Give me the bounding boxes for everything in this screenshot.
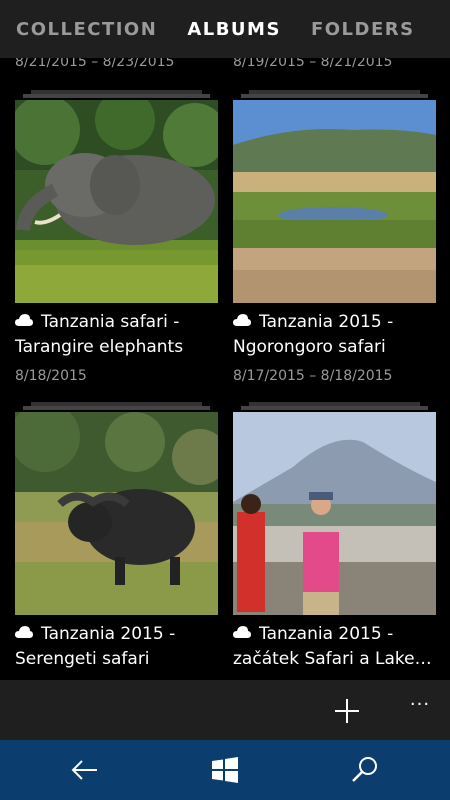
album-date: 8/21/2015 – 8/23/2015 bbox=[15, 58, 175, 70]
stack-edge bbox=[241, 94, 428, 98]
album-date: 8/19/2015 – 8/21/2015 bbox=[233, 58, 393, 70]
album-title: Tanzania 2015 - začátek Safari a Lake… bbox=[233, 622, 448, 672]
home-button[interactable] bbox=[210, 755, 240, 785]
tab-albums[interactable]: ALBUMS bbox=[187, 19, 281, 40]
tab-collection[interactable]: COLLECTION bbox=[16, 19, 157, 40]
stack-edge bbox=[23, 406, 210, 410]
album-date: 8/17/2015 – 8/18/2015 bbox=[233, 368, 393, 384]
pivot-tabs: COLLECTION ALBUMS FOLDERS bbox=[0, 0, 450, 58]
back-arrow-icon bbox=[71, 760, 97, 780]
album-thumbnail[interactable] bbox=[15, 412, 218, 615]
album-title-line2: Tarangire elephants bbox=[15, 337, 184, 357]
album-title-line1: Tanzania 2015 - bbox=[259, 624, 394, 644]
album-title-line1: Tanzania safari - bbox=[41, 312, 180, 332]
search-button[interactable] bbox=[350, 755, 380, 785]
album-date: 8/18/2015 bbox=[15, 368, 87, 384]
cloud-icon bbox=[15, 626, 33, 638]
album-title: Tanzania 2015 - Ngorongoro safari bbox=[233, 310, 448, 360]
add-button[interactable] bbox=[332, 696, 362, 726]
cloud-icon bbox=[233, 626, 251, 638]
album-thumbnail[interactable] bbox=[233, 412, 436, 615]
cloud-icon bbox=[233, 314, 251, 326]
album-title-line1: Tanzania 2015 - bbox=[41, 624, 176, 644]
more-button[interactable]: ··· bbox=[404, 694, 436, 722]
album-title: Tanzania 2015 - Serengeti safari bbox=[15, 622, 230, 672]
album-title-line2: Serengeti safari bbox=[15, 649, 150, 669]
ngorongoro-photo bbox=[233, 100, 436, 303]
album-thumbnail[interactable] bbox=[15, 100, 218, 303]
buffalo-photo bbox=[15, 412, 218, 615]
elephant-photo bbox=[15, 100, 218, 303]
windows-logo-icon bbox=[212, 757, 238, 783]
stack-edge bbox=[241, 406, 428, 410]
tab-folders[interactable]: FOLDERS bbox=[311, 19, 415, 40]
lake-photo bbox=[233, 412, 436, 615]
stack-edge bbox=[23, 94, 210, 98]
cloud-icon bbox=[15, 314, 33, 326]
previous-row-dates: 8/21/2015 – 8/23/2015 8/19/2015 – 8/21/2… bbox=[0, 58, 450, 72]
search-icon bbox=[352, 757, 377, 782]
plus-icon bbox=[335, 699, 359, 723]
system-nav-bar bbox=[0, 740, 450, 800]
app-bar: ··· bbox=[0, 680, 450, 740]
album-title: Tanzania safari - Tarangire elephants bbox=[15, 310, 230, 360]
album-title-line2: Ngorongoro safari bbox=[233, 337, 386, 357]
albums-grid[interactable]: 8/21/2015 – 8/23/2015 8/19/2015 – 8/21/2… bbox=[0, 58, 450, 680]
album-thumbnail[interactable] bbox=[233, 100, 436, 303]
album-title-line1: Tanzania 2015 - bbox=[259, 312, 394, 332]
back-button[interactable] bbox=[70, 755, 100, 785]
album-title-line2: začátek Safari a Lake… bbox=[233, 649, 432, 669]
